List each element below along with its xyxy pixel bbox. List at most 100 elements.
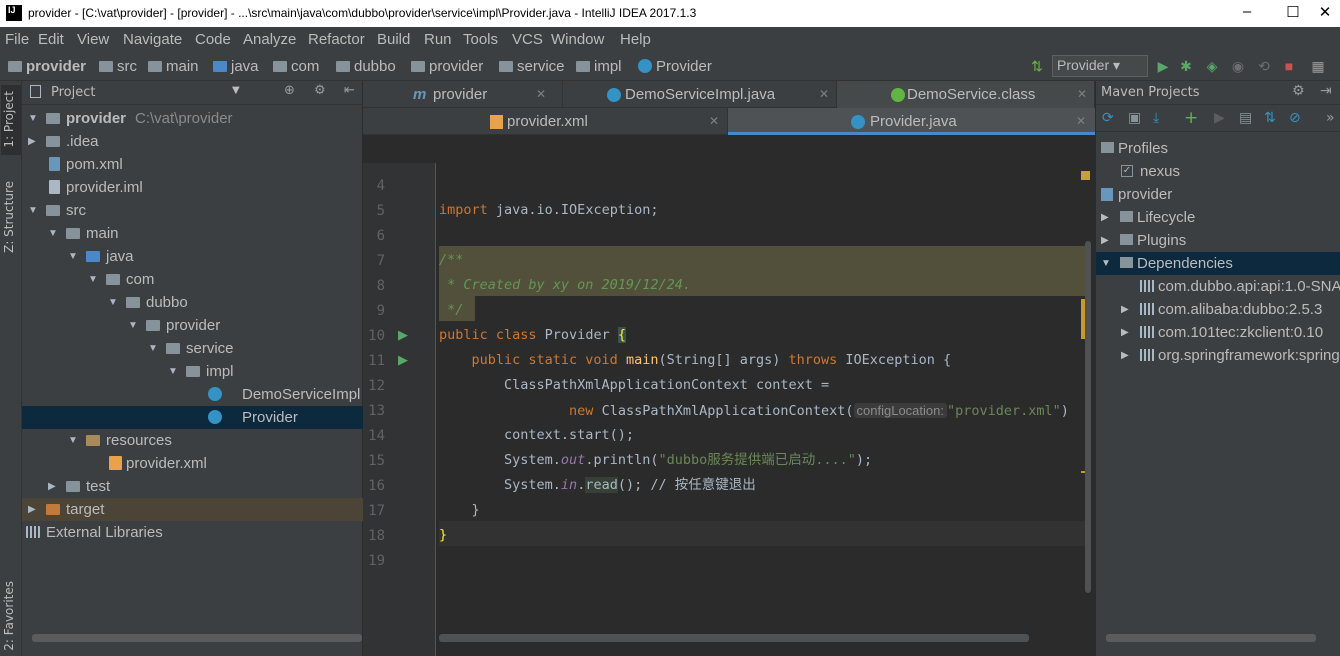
breadcrumb-java[interactable]: java [213,58,259,75]
code-line-10[interactable]: public class Provider { [439,323,626,348]
hide-panel-icon[interactable]: ⇥ [1320,83,1332,99]
menu-window[interactable]: Window [551,31,604,48]
breadcrumb-provider-root[interactable]: provider [8,58,86,75]
profile-checkbox[interactable]: ✓ [1121,165,1133,177]
close-tab-icon[interactable]: ✕ [709,108,719,135]
project-tool-tab[interactable]: 1: Project [2,91,16,148]
tree-item-main[interactable]: ▼ main [22,222,363,245]
tab-demoserviceimpl[interactable]: DemoServiceImpl.java ✕ [563,81,837,108]
menu-code[interactable]: Code [195,31,231,48]
maven-item-profiles[interactable]: Profiles [1096,137,1340,160]
menu-vcs[interactable]: VCS [512,31,543,48]
code-line-15[interactable]: System.out.println("dubbo服务提供端已启动...."); [439,448,872,473]
code-line-16[interactable]: System.in.read(); // 按任意键退出 [439,473,756,498]
expand-arrow-icon[interactable]: ▶ [28,130,36,153]
structure-tool-tab[interactable]: Z: Structure [2,181,16,253]
view-dropdown-icon[interactable]: ▼ [232,85,240,96]
menu-tools[interactable]: Tools [463,31,498,48]
minimize-button[interactable]: – [1232,3,1262,20]
code-line-7[interactable]: /** [439,248,463,273]
breadcrumb-provider-class[interactable]: Provider [638,58,712,75]
horizontal-scrollbar[interactable] [1106,634,1316,642]
collapse-arrow-icon[interactable]: ▼ [88,268,98,291]
menu-run[interactable]: Run [424,31,452,48]
run-class-gutter-icon[interactable]: ▶ [398,328,408,343]
close-button[interactable]: ✕ [1310,3,1340,21]
tree-item-dubbo[interactable]: ▼ dubbo [22,291,363,314]
maven-item-dependencies[interactable]: ▼ Dependencies [1096,252,1340,275]
maven-item-lifecycle[interactable]: ▶ Lifecycle [1096,206,1340,229]
code-line-13[interactable]: new ClassPathXmlApplicationContext(confi… [439,398,1069,423]
code-line-12[interactable]: ClassPathXmlApplicationContext context = [439,373,829,398]
tree-item-provider-class[interactable]: Provider [22,406,363,429]
maven-item-nexus[interactable]: ✓ nexus [1096,160,1340,183]
code-line-17[interactable]: } [439,498,480,523]
run-icon[interactable]: ▶ [1155,58,1171,74]
breadcrumb-main[interactable]: main [148,58,199,75]
expand-arrow-icon[interactable]: ▶ [1121,344,1129,367]
project-structure-icon[interactable]: ▦ [1310,58,1326,74]
run-main-gutter-icon[interactable]: ▶ [398,353,408,368]
maven-dependency-zkclient[interactable]: ▶ com.101tec:zkclient:0.10 [1096,321,1340,344]
profile-icon[interactable]: ◉ [1230,58,1246,74]
skip-tests-icon[interactable]: ⊘ [1289,110,1301,126]
code-line-9[interactable]: */ [439,298,463,323]
breadcrumb-src[interactable]: src [99,58,137,75]
scroll-from-source-icon[interactable]: ⊕ [284,83,295,98]
close-tab-icon[interactable]: ✕ [819,81,829,108]
maven-dependency-dubbo[interactable]: ▶ com.alibaba:dubbo:2.5.3 [1096,298,1340,321]
collapse-arrow-icon[interactable]: ▼ [148,337,158,360]
collapse-arrow-icon[interactable]: ▼ [168,360,178,383]
reimport-icon[interactable]: ⟳ [1102,110,1114,126]
expand-arrow-icon[interactable]: ▶ [28,498,36,521]
tree-item-resources[interactable]: ▼ resources [22,429,363,452]
vertical-scrollbar[interactable] [1085,241,1091,593]
settings-gear-icon[interactable]: ⚙ [1292,83,1305,99]
menu-view[interactable]: View [77,31,109,48]
hide-panel-icon[interactable]: ⇤ [344,83,355,98]
favorites-tool-tab[interactable]: 2: Favorites [2,581,16,651]
tree-item-demoserviceimpl[interactable]: DemoServiceImpl [22,383,363,406]
code-line-11[interactable]: public static void main(String[] args) t… [439,348,952,373]
breadcrumb-dubbo[interactable]: dubbo [336,58,396,75]
tree-item-provider-root[interactable]: ▼ provider C:\vat\provider [22,107,363,130]
maven-item-plugins[interactable]: ▶ Plugins [1096,229,1340,252]
breadcrumb-service[interactable]: service [499,58,565,75]
maven-dependency-spring[interactable]: ▶ org.springframework:spring-context [1096,344,1340,367]
reload-icon[interactable]: ⟲ [1256,58,1272,74]
stop-icon[interactable]: ■ [1281,58,1297,74]
generate-sources-icon[interactable]: ▣ [1128,110,1141,126]
close-tab-icon[interactable]: ✕ [1076,108,1086,135]
menu-help[interactable]: Help [620,31,651,48]
tree-item-java[interactable]: ▼ java [22,245,363,268]
code-line-14[interactable]: context.start(); [439,423,634,448]
menu-edit[interactable]: Edit [38,31,64,48]
breadcrumb-provider[interactable]: provider [411,58,483,75]
tree-item-external-libraries[interactable]: External Libraries [22,521,363,544]
coverage-icon[interactable]: ◈ [1204,58,1220,74]
more-icon[interactable]: » [1326,110,1335,126]
download-icon[interactable]: ⤓ [1153,110,1159,126]
breadcrumb-com[interactable]: com [273,58,319,75]
tab-demoservice-class[interactable]: DemoService.class ✕ [837,81,1095,108]
collapse-arrow-icon[interactable]: ▼ [128,314,138,337]
run-goal-icon[interactable]: ▶ [1214,110,1225,126]
menu-refactor[interactable]: Refactor [308,31,365,48]
collapse-arrow-icon[interactable]: ▼ [48,222,58,245]
tree-item-idea[interactable]: ▶ .idea [22,130,363,153]
toggle-offline-icon[interactable]: ⇅ [1264,110,1276,126]
tab-provider-pom[interactable]: m provider ✕ [363,81,563,108]
tab-provider-java[interactable]: Provider.java ✕ [728,108,1095,135]
tree-item-impl[interactable]: ▼ impl [22,360,363,383]
menu-build[interactable]: Build [377,31,410,48]
maven-item-provider[interactable]: provider [1096,183,1340,206]
analysis-status-icon[interactable] [1081,171,1090,180]
execute-goal-icon[interactable]: ▤ [1239,110,1252,126]
menu-navigate[interactable]: Navigate [123,31,182,48]
tree-item-com[interactable]: ▼ com [22,268,363,291]
tab-provider-xml[interactable]: provider.xml ✕ [363,108,728,135]
collapse-arrow-icon[interactable]: ▼ [108,291,118,314]
horizontal-scrollbar[interactable] [439,634,1029,642]
tree-item-src[interactable]: ▼ src [22,199,363,222]
tree-item-pom-xml[interactable]: pom.xml [22,153,363,176]
